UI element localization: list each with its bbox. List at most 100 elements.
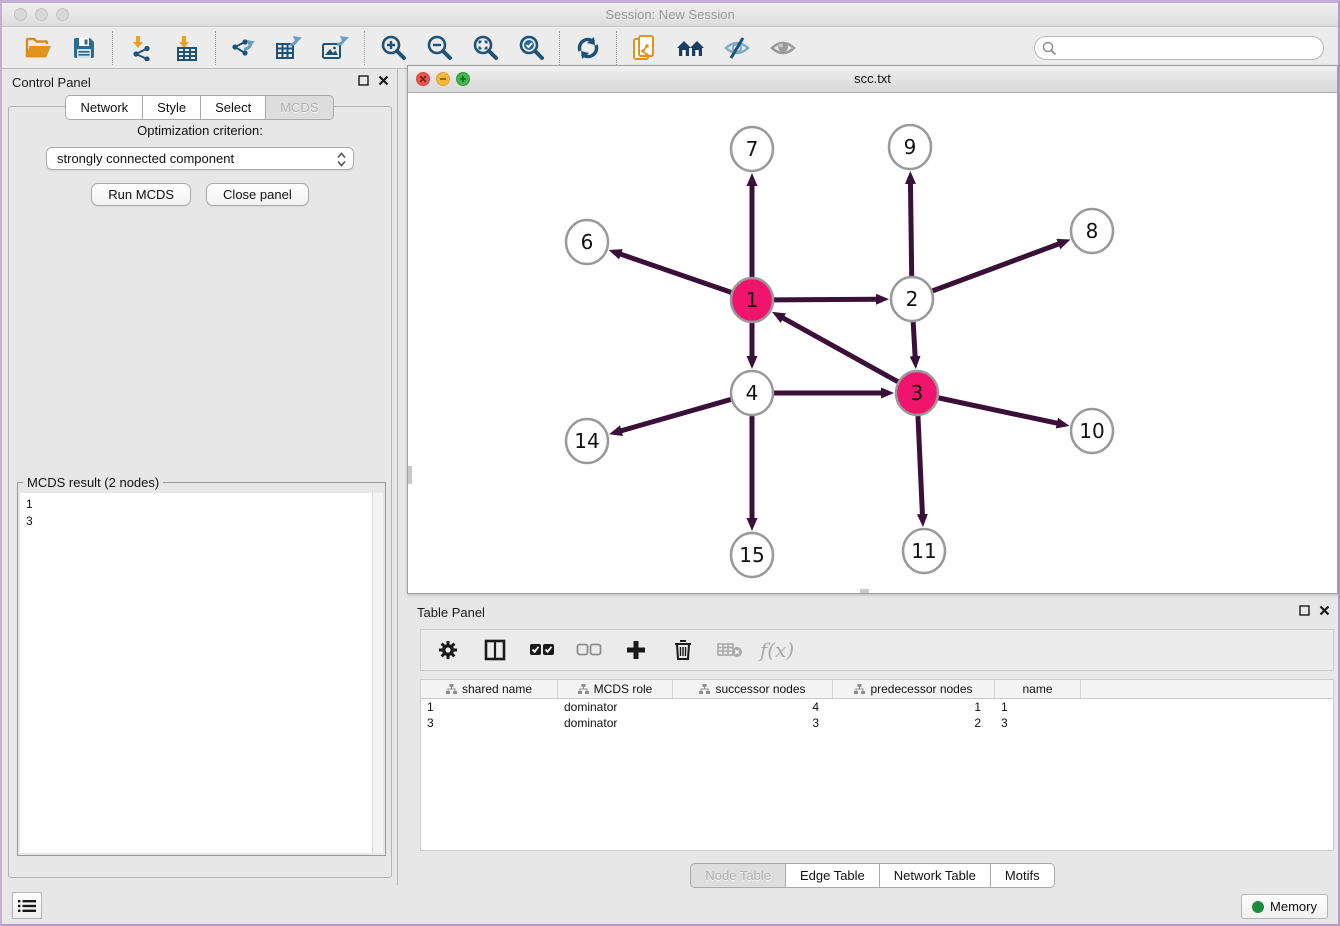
list-icon (18, 899, 36, 913)
cell-predecessor-nodes[interactable]: 1 (833, 700, 995, 714)
column-header-successor-nodes[interactable]: successor nodes (673, 680, 833, 698)
table-header-row: shared name MCDS role successor nodes pr… (421, 680, 1333, 699)
close-window-button[interactable] (14, 8, 27, 21)
criterion-select[interactable]: strongly connected component (46, 147, 354, 170)
memory-button[interactable]: Memory (1241, 894, 1328, 919)
first-neighbors-icon[interactable] (676, 33, 706, 63)
table-row[interactable]: 3 dominator 3 2 3 (421, 715, 1333, 731)
function-builder-icon: f(x) (764, 637, 790, 663)
graph-edge-4-14[interactable] (621, 399, 731, 431)
horizontal-scroll-handle[interactable] (860, 589, 869, 593)
mcds-tab-content: Optimization criterion: strongly connect… (8, 106, 392, 878)
export-table-icon[interactable] (275, 33, 305, 63)
cell-mcds-role[interactable]: dominator (558, 700, 673, 714)
tab-network[interactable]: Network (65, 95, 143, 120)
node-table[interactable]: shared name MCDS role successor nodes pr… (420, 679, 1334, 851)
graph-edge-1-6[interactable] (620, 254, 731, 292)
float-table-panel-icon[interactable] (1299, 605, 1310, 616)
graph-node-label: 4 (746, 381, 759, 405)
tab-edge-table[interactable]: Edge Table (786, 863, 880, 888)
zoom-fit-icon[interactable] (470, 33, 500, 63)
graph-edge-3-11[interactable] (918, 416, 922, 515)
tab-network-table[interactable]: Network Table (880, 863, 991, 888)
graph-node-label: 6 (581, 230, 594, 254)
run-mcds-button[interactable]: Run MCDS (91, 183, 191, 206)
table-panel: Table Panel f(x) (407, 599, 1338, 893)
column-header-name[interactable]: name (995, 680, 1081, 698)
main-toolbar (2, 27, 1338, 69)
table-toolbar: f(x) (420, 629, 1334, 671)
vertical-scroll-handle[interactable] (408, 466, 412, 484)
export-image-icon[interactable] (321, 33, 351, 63)
network-minimize-icon[interactable] (436, 72, 450, 86)
network-window-titlebar[interactable]: scc.txt (408, 66, 1337, 93)
graph-edge-1-2[interactable] (774, 299, 877, 300)
show-all-icon[interactable] (768, 33, 798, 63)
cell-shared-name[interactable]: 1 (421, 700, 558, 714)
zoom-in-icon[interactable] (378, 33, 408, 63)
tab-mcds[interactable]: MCDS (266, 95, 333, 120)
criterion-value: strongly connected component (57, 151, 234, 166)
network-canvas[interactable]: 7968124314101511 (408, 93, 1337, 593)
graph-node-label: 2 (906, 287, 919, 311)
float-panel-icon[interactable] (358, 75, 369, 86)
network-zoom-icon[interactable] (456, 72, 470, 86)
graph-edge-3-10[interactable] (938, 398, 1057, 423)
result-scrollbar[interactable] (372, 493, 383, 853)
graph-node-label: 3 (911, 381, 924, 405)
window-titlebar: Session: New Session (2, 3, 1338, 27)
zoom-out-icon[interactable] (424, 33, 454, 63)
split-columns-icon[interactable] (482, 637, 508, 663)
close-panel-icon[interactable] (378, 75, 389, 86)
open-file-icon[interactable] (23, 33, 53, 63)
search-icon (1042, 41, 1057, 56)
maximize-window-button[interactable] (56, 8, 69, 21)
import-network-icon[interactable] (126, 33, 156, 63)
cell-predecessor-nodes[interactable]: 2 (833, 716, 995, 730)
delete-table-icon[interactable] (717, 637, 743, 663)
column-header-mcds-role[interactable]: MCDS role (558, 680, 673, 698)
table-panel-title: Table Panel (417, 605, 485, 620)
graph-edge-3-1[interactable] (782, 318, 897, 382)
minimize-window-button[interactable] (35, 8, 48, 21)
network-close-icon[interactable] (416, 72, 430, 86)
import-table-icon[interactable] (172, 33, 202, 63)
cell-successor-nodes[interactable]: 4 (673, 700, 833, 714)
save-session-icon[interactable] (69, 33, 99, 63)
cell-mcds-role[interactable]: dominator (558, 716, 673, 730)
search-input[interactable] (1034, 36, 1324, 60)
task-history-button[interactable] (12, 892, 42, 919)
deselect-all-icon[interactable] (576, 637, 602, 663)
close-panel-button[interactable]: Close panel (206, 183, 309, 206)
mcds-result-title: MCDS result (2 nodes) (23, 475, 163, 490)
memory-status-icon (1252, 901, 1264, 913)
hide-selected-icon[interactable] (722, 33, 752, 63)
tab-select[interactable]: Select (201, 95, 266, 120)
cell-name[interactable]: 3 (995, 716, 1081, 730)
column-header-predecessor-nodes[interactable]: predecessor nodes (833, 680, 995, 698)
select-all-icon[interactable] (529, 637, 555, 663)
column-header-shared-name[interactable]: shared name (421, 680, 558, 698)
tab-node-table[interactable]: Node Table (690, 863, 786, 888)
close-table-panel-icon[interactable] (1319, 605, 1330, 616)
window-controls[interactable] (14, 8, 69, 21)
refresh-layout-icon[interactable] (573, 33, 603, 63)
delete-row-icon[interactable] (670, 637, 696, 663)
tab-motifs[interactable]: Motifs (991, 863, 1055, 888)
table-row[interactable]: 1 dominator 4 1 1 (421, 699, 1333, 715)
graph-edge-2-8[interactable] (933, 244, 1060, 291)
cell-successor-nodes[interactable]: 3 (673, 716, 833, 730)
gear-icon[interactable] (435, 637, 461, 663)
export-network-icon[interactable] (229, 33, 259, 63)
zoom-selected-icon[interactable] (516, 33, 546, 63)
graph-edge-2-9[interactable] (910, 183, 911, 276)
cell-name[interactable]: 1 (995, 700, 1081, 714)
search-container (1034, 36, 1324, 60)
cell-shared-name[interactable]: 3 (421, 716, 558, 730)
add-row-icon[interactable] (623, 637, 649, 663)
graph-edge-2-3[interactable] (913, 322, 915, 357)
mcds-result-list[interactable]: 1 3 (20, 493, 383, 853)
tab-style[interactable]: Style (143, 95, 201, 120)
duplicate-network-icon[interactable] (630, 33, 660, 63)
optimization-criterion-label: Optimization criterion: (9, 123, 391, 138)
